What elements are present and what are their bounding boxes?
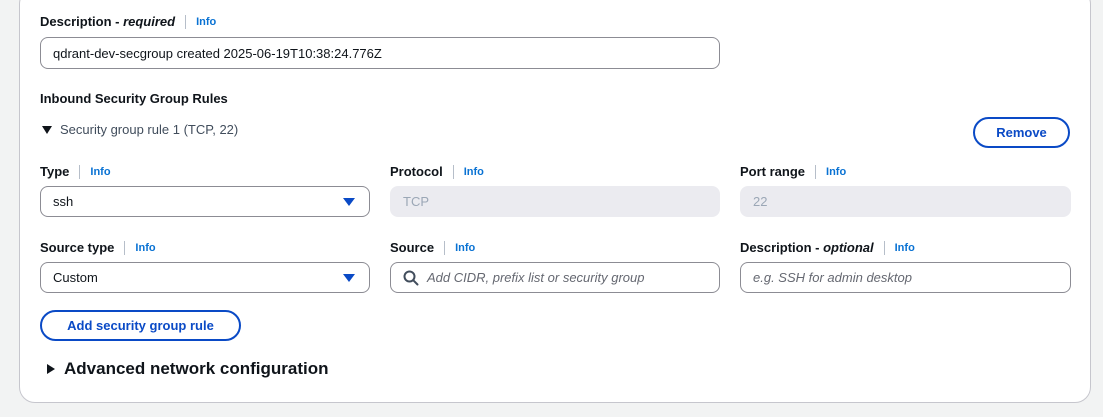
advanced-network-expander[interactable]: Advanced network configuration	[47, 359, 328, 379]
add-security-group-rule-button[interactable]: Add security group rule	[40, 310, 241, 341]
rule-description-info-link[interactable]: Info	[895, 242, 915, 254]
description-required-text: required	[123, 14, 176, 29]
rule-description-label-text: Description	[740, 240, 812, 255]
caret-down-icon	[343, 198, 355, 206]
label-divider	[124, 240, 126, 255]
port-range-label: Port range Info	[740, 164, 846, 179]
caret-down-icon	[42, 125, 52, 134]
protocol-input-value: TCP	[403, 194, 429, 209]
search-icon	[403, 270, 419, 285]
source-input-placeholder: Add CIDR, prefix list or security group	[427, 270, 645, 285]
protocol-input: TCP	[390, 186, 720, 217]
caret-down-icon	[343, 274, 355, 282]
rule-expander[interactable]: Security group rule 1 (TCP, 22)	[42, 122, 238, 137]
source-type-select[interactable]: Custom	[40, 262, 370, 293]
source-type-label: Source type Info	[40, 240, 156, 255]
description-label: Description - required Info	[40, 14, 217, 29]
label-divider	[185, 14, 187, 29]
description-input-value: qdrant-dev-secgroup created 2025-06-19T1…	[53, 45, 382, 61]
port-range-input-value: 22	[753, 194, 768, 209]
remove-button[interactable]: Remove	[973, 117, 1070, 148]
rule-description-placeholder: e.g. SSH for admin desktop	[753, 270, 912, 285]
port-range-label-text: Port range	[740, 164, 806, 179]
source-label-text: Source	[390, 240, 435, 255]
caret-right-icon	[47, 364, 55, 374]
protocol-label-text: Protocol	[390, 164, 443, 179]
label-divider	[452, 164, 454, 179]
inbound-rules-heading: Inbound Security Group Rules	[40, 91, 228, 106]
port-range-info-link[interactable]: Info	[826, 166, 846, 178]
advanced-network-label: Advanced network configuration	[64, 359, 329, 378]
type-select[interactable]: ssh	[40, 186, 370, 217]
type-info-link[interactable]: Info	[90, 166, 110, 178]
description-input[interactable]: qdrant-dev-secgroup created 2025-06-19T1…	[40, 37, 720, 69]
port-range-input: 22	[740, 186, 1071, 217]
source-label: Source Info	[390, 240, 475, 255]
label-divider	[883, 240, 885, 255]
rule-description-optional-text: optional	[823, 240, 874, 255]
protocol-info-link[interactable]: Info	[464, 166, 484, 178]
label-divider	[79, 164, 81, 179]
source-info-link[interactable]: Info	[455, 242, 475, 254]
rule-description-input[interactable]: e.g. SSH for admin desktop	[740, 262, 1071, 293]
type-label: Type Info	[40, 164, 111, 179]
description-info-link[interactable]: Info	[196, 16, 216, 28]
source-type-label-text: Source type	[40, 240, 115, 255]
rule-title: Security group rule 1 (TCP, 22)	[60, 122, 239, 137]
rule-description-label: Description - optional Info	[740, 240, 915, 255]
type-select-value: ssh	[53, 194, 74, 209]
label-divider	[444, 240, 446, 255]
label-divider	[815, 164, 817, 179]
protocol-label: Protocol Info	[390, 164, 484, 179]
source-type-select-value: Custom	[53, 270, 98, 285]
source-input[interactable]: Add CIDR, prefix list or security group	[390, 262, 720, 293]
type-label-text: Type	[40, 164, 70, 179]
description-label-text: Description	[40, 14, 112, 29]
source-type-info-link[interactable]: Info	[135, 242, 155, 254]
